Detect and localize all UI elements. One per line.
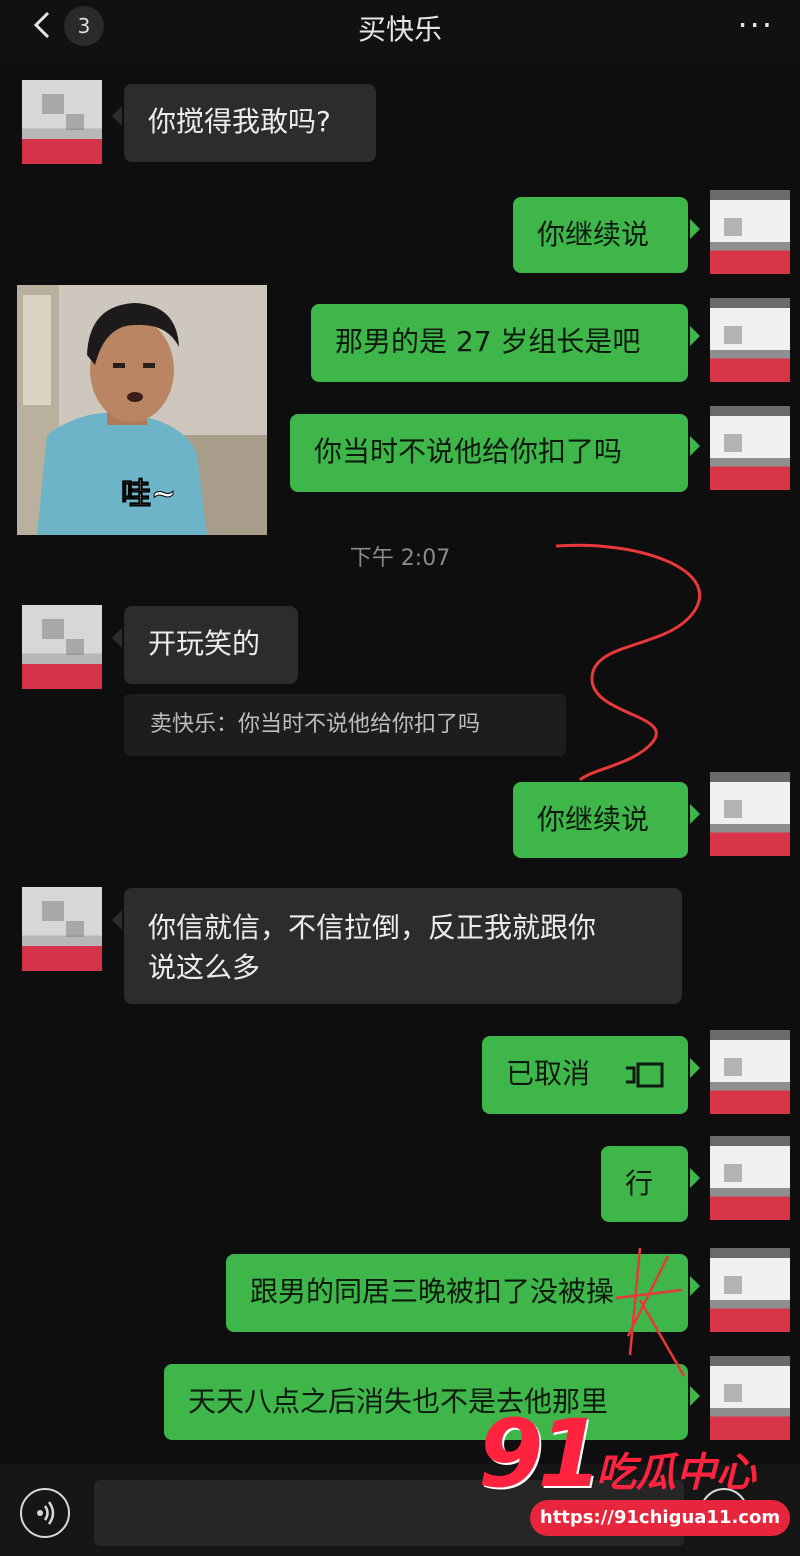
sticker-caption: 哇~ bbox=[120, 477, 177, 513]
top-bar: 3 买快乐 ··· bbox=[0, 0, 800, 62]
quoted-reply[interactable]: 卖快乐：你当时不说他给你扣了吗 bbox=[124, 694, 566, 756]
message-bubble-outgoing[interactable]: 你继续说 bbox=[513, 197, 700, 273]
message-text: 你当时不说他给你扣了吗 bbox=[314, 435, 623, 468]
message-text: 那男的是 27 岁组长是吧 bbox=[335, 325, 641, 358]
message-text: 行 bbox=[625, 1167, 654, 1200]
user-avatar[interactable] bbox=[710, 1030, 790, 1114]
watermark-logo-name: 吃瓜中心 bbox=[596, 1450, 756, 1496]
sticker-image[interactable]: 哇~ bbox=[17, 285, 267, 535]
chat-title: 买快乐 bbox=[357, 13, 442, 46]
message-bubble-incoming[interactable]: 开玩笑的 bbox=[112, 606, 298, 684]
user-avatar[interactable] bbox=[710, 190, 790, 274]
message-text: 开玩笑的 bbox=[148, 627, 261, 660]
phone-cancelled-icon bbox=[626, 1062, 664, 1088]
user-avatar[interactable] bbox=[710, 1248, 790, 1332]
user-avatar[interactable] bbox=[710, 1356, 790, 1440]
message-bubble-outgoing[interactable]: 天天八点之后消失也不是去他那里 bbox=[164, 1364, 700, 1440]
message-bubble-outgoing[interactable]: 你继续说 bbox=[513, 782, 700, 858]
chat-screen: 3 买快乐 ··· 你搅得我敢吗? 你继续说 那男的是 27 岁组长是吧 你当时… bbox=[0, 0, 800, 1556]
message-text: 你搅得我敢吗? bbox=[148, 105, 331, 138]
contact-avatar[interactable] bbox=[22, 80, 102, 164]
message-text: 已取消 bbox=[506, 1057, 591, 1090]
voice-icon bbox=[37, 1501, 55, 1525]
timestamp: 下午 2:07 bbox=[349, 546, 451, 571]
message-bubble-incoming[interactable]: 你信就信，不信拉倒，反正我就跟你 说这么多 bbox=[112, 888, 682, 1004]
voice-input-button[interactable] bbox=[20, 1488, 70, 1538]
user-avatar[interactable] bbox=[710, 406, 790, 490]
more-options-icon[interactable]: ··· bbox=[737, 6, 774, 44]
contact-avatar[interactable] bbox=[22, 887, 102, 971]
message-bubble-outgoing[interactable]: 跟男的同居三晚被扣了没被操 bbox=[226, 1254, 700, 1332]
message-bubble-outgoing[interactable]: 你当时不说他给你扣了吗 bbox=[290, 414, 700, 492]
user-avatar[interactable] bbox=[710, 1136, 790, 1220]
watermark-url: https://91chigua11.com bbox=[530, 1500, 790, 1536]
message-text-line-1: 你信就信，不信拉倒，反正我就跟你 bbox=[148, 911, 597, 944]
message-text-line-2: 说这么多 bbox=[148, 951, 261, 984]
message-text: 你继续说 bbox=[537, 218, 650, 251]
message-bubble-incoming[interactable]: 你搅得我敢吗? bbox=[112, 84, 376, 162]
contact-avatar[interactable] bbox=[22, 605, 102, 689]
red-squiggle bbox=[555, 543, 702, 782]
user-avatar[interactable] bbox=[710, 298, 790, 382]
watermark-logo-number: 91 bbox=[478, 1400, 603, 1509]
message-text: 你继续说 bbox=[537, 803, 650, 836]
user-avatar[interactable] bbox=[710, 772, 790, 856]
message-text: 跟男的同居三晚被扣了没被操 bbox=[250, 1275, 615, 1308]
message-bubble-outgoing[interactable]: 行 bbox=[601, 1146, 700, 1222]
cancelled-call-bubble[interactable]: 已取消 bbox=[482, 1036, 700, 1114]
message-bubble-outgoing[interactable]: 那男的是 27 岁组长是吧 bbox=[311, 304, 700, 382]
